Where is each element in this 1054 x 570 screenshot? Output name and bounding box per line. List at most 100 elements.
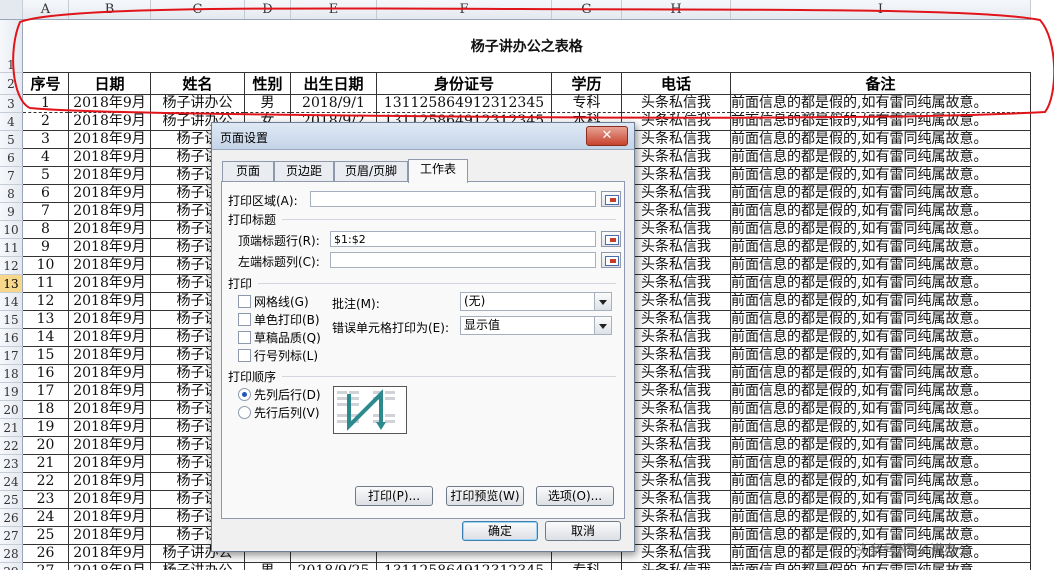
tab-page[interactable]: 页面 [222,161,274,181]
cell-note[interactable]: 前面信息的都是假的,如有雷同纯属故意。 [730,382,1031,401]
cell-phone[interactable]: 头条私信我 [621,112,731,131]
column-header-a[interactable]: A [22,0,69,20]
row-header[interactable]: 2 [0,72,23,95]
column-header-e[interactable]: E [290,0,377,20]
row-header[interactable]: 16 [0,328,23,347]
cell-note[interactable]: 前面信息的都是假的,如有雷同纯属故意。 [730,220,1031,239]
cell-date[interactable]: 2018年9月 [68,112,151,131]
cell-note[interactable]: 前面信息的都是假的,如有雷同纯属故意。 [730,346,1031,365]
cell-no[interactable]: 2 [22,112,69,131]
cell-no[interactable]: 13 [22,310,69,329]
over-then-down-radio[interactable] [238,406,251,419]
cell-phone[interactable]: 头条私信我 [621,130,731,149]
print-area-ref-button[interactable] [601,191,621,207]
options-button[interactable]: 选项(O)... [536,486,614,506]
comments-select[interactable]: (无) [460,292,612,311]
cell-name[interactable]: 杨子讲办公 [150,94,245,113]
cell-note[interactable]: 前面信息的都是假的,如有雷同纯属故意。 [730,454,1031,473]
cell-note[interactable]: 前面信息的都是假的,如有雷同纯属故意。 [730,436,1031,455]
cell-note[interactable]: 前面信息的都是假的,如有雷同纯属故意。 [730,130,1031,149]
cell-no[interactable]: 9 [22,238,69,257]
row-header[interactable]: 12 [0,256,23,275]
cell-edu[interactable]: 专科 [551,562,622,570]
cell-date[interactable]: 2018年9月 [68,166,151,185]
print-preview-button[interactable]: 打印预览(W) [446,486,524,506]
cell-phone[interactable]: 头条私信我 [621,508,731,527]
cell-no[interactable]: 27 [22,562,69,570]
cell-phone[interactable]: 头条私信我 [621,490,731,509]
mono-checkbox[interactable] [238,313,251,326]
cell-phone[interactable]: 头条私信我 [621,526,731,545]
row-header[interactable]: 10 [0,220,23,239]
column-header-i[interactable]: I [730,0,1031,20]
cell-no[interactable]: 25 [22,526,69,545]
cell-note[interactable]: 前面信息的都是假的,如有雷同纯属故意。 [730,490,1031,509]
cell-no[interactable]: 5 [22,166,69,185]
row-header[interactable]: 3 [0,94,23,113]
cell-phone[interactable]: 头条私信我 [621,346,731,365]
cell-no[interactable]: 4 [22,148,69,167]
tab-header-footer[interactable]: 页眉/页脚 [334,161,408,181]
cell-no[interactable]: 23 [22,490,69,509]
left-cols-input[interactable] [330,252,596,268]
cell-no[interactable]: 16 [22,364,69,383]
row-header[interactable]: 22 [0,436,23,455]
row-header[interactable]: 18 [0,364,23,383]
cell-note[interactable]: 前面信息的都是假的,如有雷同纯属故意。 [730,256,1031,275]
cell-no[interactable]: 7 [22,202,69,221]
gridlines-checkbox[interactable] [238,295,251,308]
cell-phone[interactable]: 头条私信我 [621,166,731,185]
print-area-input[interactable] [310,191,596,207]
cell-id[interactable]: 131125864912312345 [376,562,552,570]
row-header[interactable]: 5 [0,130,23,149]
header-cell-name[interactable]: 姓名 [150,72,245,95]
header-cell-no[interactable]: 序号 [22,72,69,95]
row-header[interactable]: 4 [0,112,23,131]
column-header-f[interactable]: F [376,0,552,20]
cell-edu[interactable]: 专科 [551,94,622,113]
down-then-over-radio[interactable] [238,388,251,401]
cell-note[interactable]: 前面信息的都是假的,如有雷同纯属故意。 [730,166,1031,185]
cell-note[interactable]: 前面信息的都是假的,如有雷同纯属故意。 [730,310,1031,329]
cell-phone[interactable]: 头条私信我 [621,382,731,401]
header-cell-date[interactable]: 日期 [68,72,151,95]
row-header[interactable]: 15 [0,310,23,329]
cell-no[interactable]: 21 [22,454,69,473]
cell-birth[interactable]: 2018/9/25 [290,562,377,570]
top-rows-ref-button[interactable] [601,231,621,247]
cell-no[interactable]: 22 [22,472,69,491]
row-header[interactable]: 27 [0,526,23,545]
cell-sex[interactable]: 男 [244,94,291,113]
cell-note[interactable]: 前面信息的都是假的,如有雷同纯属故意。 [730,562,1031,570]
row-header[interactable]: 7 [0,166,23,185]
row-header[interactable]: 26 [0,508,23,527]
errors-select[interactable]: 显示值 [460,316,612,335]
cell-note[interactable]: 前面信息的都是假的,如有雷同纯属故意。 [730,400,1031,419]
cell-date[interactable]: 2018年9月 [68,274,151,293]
cell-no[interactable]: 17 [22,382,69,401]
cell-phone[interactable]: 头条私信我 [621,364,731,383]
tab-sheet[interactable]: 工作表 [408,159,468,183]
cell-note[interactable]: 前面信息的都是假的,如有雷同纯属故意。 [730,202,1031,221]
row-header[interactable]: 6 [0,148,23,167]
header-cell-edu[interactable]: 学历 [551,72,622,95]
cell-note[interactable]: 前面信息的都是假的,如有雷同纯属故意。 [730,328,1031,347]
cell-phone[interactable]: 头条私信我 [621,436,731,455]
cell-phone[interactable]: 头条私信我 [621,184,731,203]
cell-phone[interactable]: 头条私信我 [621,256,731,275]
cell-phone[interactable]: 头条私信我 [621,400,731,419]
row-header[interactable]: 24 [0,472,23,491]
row-header[interactable]: 25 [0,490,23,509]
cell-date[interactable]: 2018年9月 [68,148,151,167]
print-button[interactable]: 打印(P)... [355,486,433,506]
cell-no[interactable]: 14 [22,328,69,347]
row-header[interactable]: 19 [0,382,23,401]
cell-date[interactable]: 2018年9月 [68,328,151,347]
cancel-button[interactable]: 取消 [545,521,621,541]
cell-date[interactable]: 2018年9月 [68,364,151,383]
cell-no[interactable]: 1 [22,94,69,113]
header-cell-note[interactable]: 备注 [730,72,1031,95]
cell-phone[interactable]: 头条私信我 [621,562,731,570]
header-cell-birth[interactable]: 出生日期 [290,72,377,95]
draft-checkbox[interactable] [238,331,251,344]
